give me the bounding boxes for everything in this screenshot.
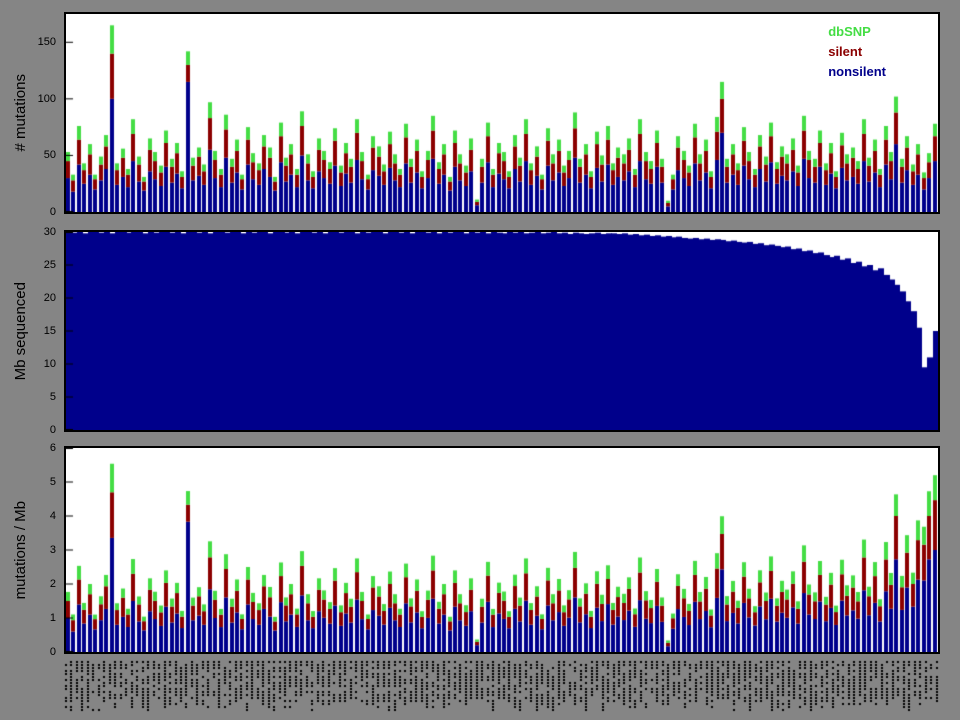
y-tick-labels-rate: 0123456 bbox=[20, 446, 60, 654]
y-tick-labels-mb: 051015202530 bbox=[20, 230, 60, 432]
mutations-count-bars bbox=[66, 14, 938, 212]
sample-labels-marks bbox=[64, 659, 940, 715]
sample-labels-strip bbox=[64, 659, 940, 715]
mutation-rate-figure: # mutations Mb sequenced mutations / Mb … bbox=[0, 0, 960, 720]
legend-dbsnp: dbSNP bbox=[828, 22, 886, 42]
legend: dbSNP silent nonsilent bbox=[828, 22, 886, 82]
mb-sequenced-bars bbox=[66, 232, 938, 430]
mb-sequenced-panel bbox=[64, 230, 940, 432]
legend-silent: silent bbox=[828, 42, 886, 62]
mutations-count-panel: dbSNP silent nonsilent bbox=[64, 12, 940, 214]
y-tick-labels-mutations: 050100150 bbox=[20, 12, 60, 214]
mutations-per-mb-panel bbox=[64, 446, 940, 654]
legend-nonsilent: nonsilent bbox=[828, 62, 886, 82]
mutations-per-mb-bars bbox=[66, 448, 938, 652]
